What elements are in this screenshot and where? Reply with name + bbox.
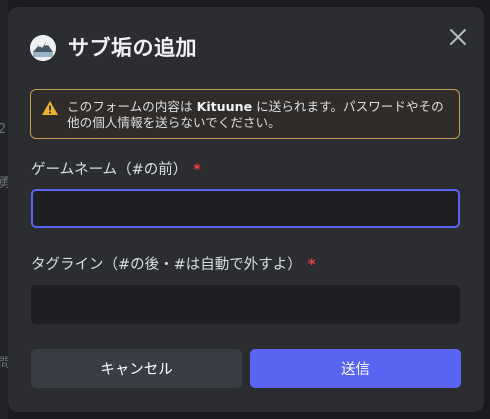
tagline-label: タグライン（#の後・#は自動で外すよ） * [31,255,315,275]
tagline-input[interactable] [31,285,460,324]
backdrop-edge: 2 勇 問 [0,0,11,419]
dialog-header: サブ垢の追加 [30,34,197,62]
warning-recipient: Kituune [196,99,253,114]
privacy-warning: このフォームの内容は Kituune に送られます。パスワードやその他の個人情報… [30,89,460,139]
required-mark: * [307,257,316,273]
close-icon [450,29,466,45]
close-button[interactable] [446,25,470,49]
game-name-label: ゲームネーム（#の前） * [31,160,201,180]
warning-text-before: このフォームの内容は [67,99,197,114]
warning-triangle-icon [42,101,58,115]
warning-text: このフォームの内容は Kituune に送られます。パスワードやその他の個人情報… [67,99,449,131]
add-sub-account-dialog: サブ垢の追加 このフォームの内容は Kituune に送られます。パスワードやそ… [8,7,484,412]
snowy-mountain-avatar-icon [30,35,56,61]
required-mark: * [193,162,201,178]
dialog-title: サブ垢の追加 [68,36,197,60]
cancel-button[interactable]: キャンセル [31,349,242,388]
game-name-label-text: ゲームネーム（#の前） [31,162,188,178]
game-name-input[interactable] [31,189,460,228]
submit-button[interactable]: 送信 [250,349,461,388]
tagline-label-text: タグライン（#の後・#は自動で外すよ） [31,257,302,273]
backdrop-glyph: 2 [0,122,7,137]
